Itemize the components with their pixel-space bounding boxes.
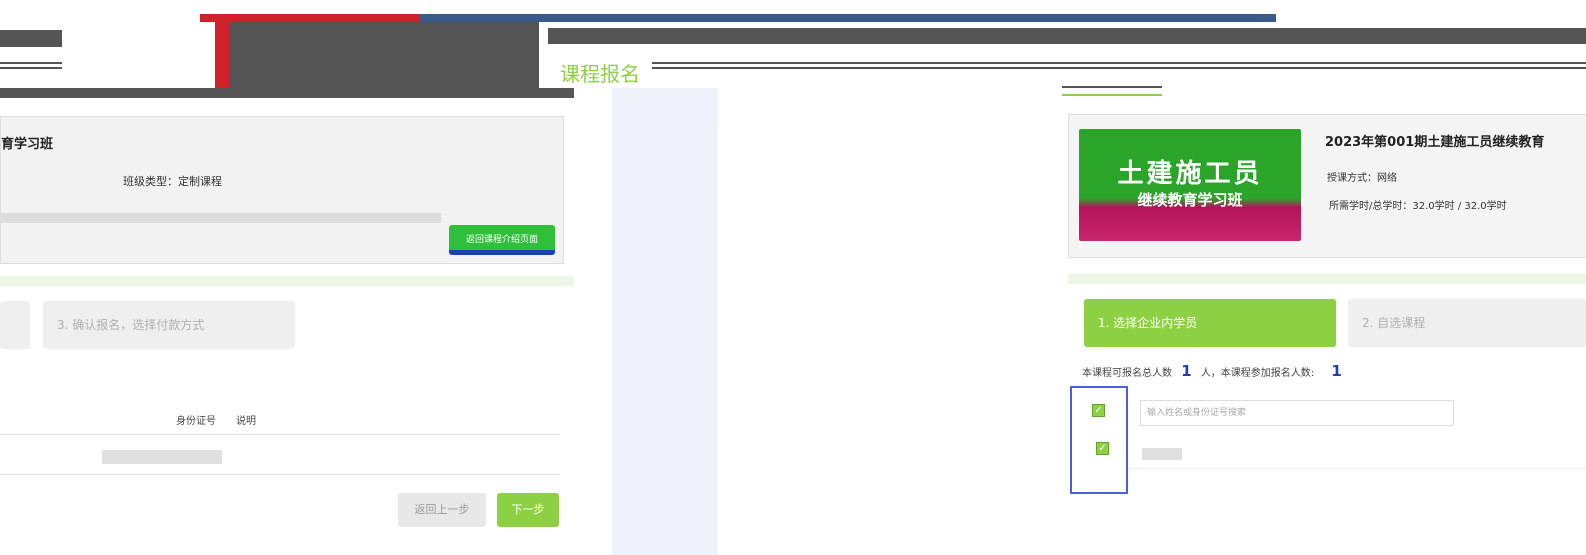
- enroll-unit: 人，本课程参加报名人数:: [1200, 368, 1315, 379]
- back-step-button[interactable]: 返回上一步: [398, 493, 486, 527]
- back-to-intro-button[interactable]: 返回课程介绍页面: [449, 225, 555, 255]
- enroll-info: 本课程可报名总人数 1 人，本课程参加报名人数: 1: [1082, 362, 1342, 380]
- table-divider-2: [0, 474, 560, 475]
- search-input[interactable]: 输入姓名或身份证号搜索: [1140, 400, 1454, 426]
- window-title-lines: [652, 62, 1586, 69]
- window-title: 课程报名: [556, 58, 644, 87]
- table-header-id: 身份证号: [176, 416, 216, 427]
- search-placeholder: 输入姓名或身份证号搜索: [1147, 408, 1247, 418]
- select-all-checkbox[interactable]: ✓: [1092, 404, 1105, 417]
- background-window-dark-block: [229, 22, 539, 92]
- student-name-redacted: [1142, 448, 1182, 460]
- center-white-panel: [716, 128, 1063, 555]
- left-panel: 育学习班 班级类型：定制课程 返回课程介绍页面 3. 确认报名，选择付款方式 身…: [0, 88, 574, 555]
- center-light-panel: [612, 88, 718, 555]
- course-banner-image: 土建施工员 继续教育学习班: [1079, 129, 1301, 241]
- class-title: 育学习班: [1, 137, 54, 152]
- right-progress-strip: [1068, 274, 1586, 284]
- left-step-2[interactable]: [0, 301, 30, 349]
- student-row-divider: [1130, 468, 1586, 469]
- table-divider: [0, 434, 560, 435]
- enroll-joined-value: 1: [1331, 362, 1342, 380]
- table-header-note: 说明: [236, 416, 256, 427]
- step-select-courses[interactable]: 2. 自选课程: [1348, 299, 1586, 347]
- hours-info: 所需学时/总学时：32.0学时 / 32.0学时: [1329, 201, 1507, 212]
- enroll-total-value: 1: [1181, 362, 1192, 380]
- course-title: 2023年第001期土建施工员继续教育: [1325, 135, 1545, 150]
- class-info-box: 育学习班 班级类型：定制课程 返回课程介绍页面: [0, 116, 564, 264]
- teaching-mode: 授课方式：网络: [1327, 173, 1397, 184]
- top-left-fragment-lines: [0, 62, 62, 69]
- right-panel-header-line: [1062, 86, 1162, 96]
- class-info-divider: [1, 213, 441, 223]
- enroll-total-label: 本课程可报名总人数: [1082, 368, 1172, 379]
- left-panel-header-bar: [0, 88, 574, 98]
- student-row-checkbox[interactable]: ✓: [1096, 442, 1109, 455]
- background-window-dark-strip: [548, 28, 1586, 44]
- next-step-button[interactable]: 下一步: [497, 493, 559, 527]
- background-window-topbar: [200, 14, 1276, 22]
- table-row-id-redacted: [102, 450, 222, 464]
- checkbox-column-frame: [1070, 386, 1128, 494]
- left-progress-strip: [0, 276, 574, 286]
- background-window-red-edge: [215, 22, 229, 92]
- left-step-3[interactable]: 3. 确认报名，选择付款方式: [43, 301, 295, 349]
- step-select-students[interactable]: 1. 选择企业内学员: [1084, 299, 1336, 347]
- course-info-box: 土建施工员 继续教育学习班 2023年第001期土建施工员继续教育 授课方式：网…: [1068, 114, 1586, 258]
- banner-line1: 土建施工员: [1117, 159, 1263, 189]
- top-left-fragment-bar: [0, 30, 62, 47]
- class-type: 班级类型：定制课程: [123, 175, 222, 188]
- banner-line2: 继续教育学习班: [1137, 191, 1243, 209]
- right-panel: 土建施工员 继续教育学习班 2023年第001期土建施工员继续教育 授课方式：网…: [1062, 86, 1586, 555]
